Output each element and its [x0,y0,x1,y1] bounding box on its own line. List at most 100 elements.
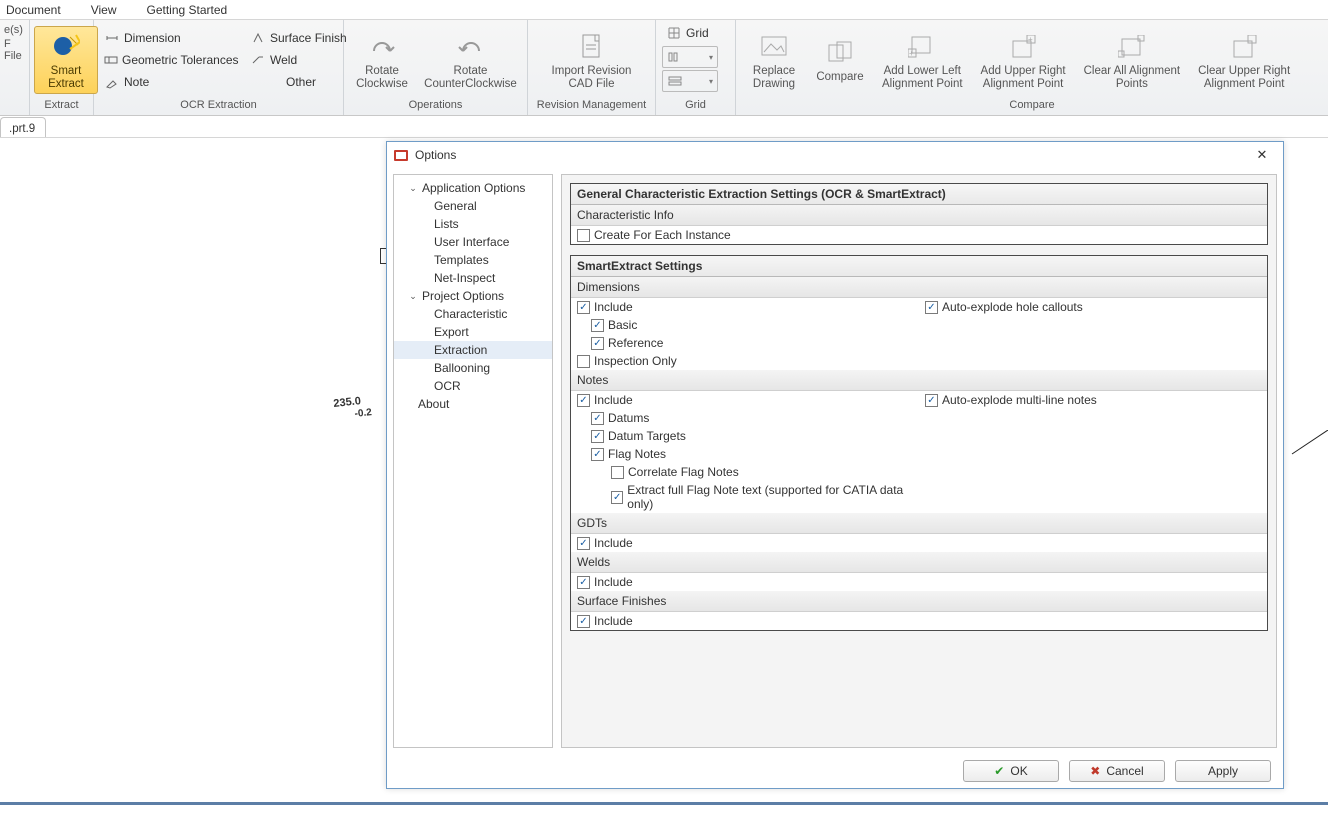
tree-general[interactable]: General [394,197,552,215]
clear-all-icon [1116,31,1148,63]
grid-rows-icon [667,73,683,89]
tree-characteristic[interactable]: Characteristic [394,305,552,323]
tree-user-interface[interactable]: User Interface [394,233,552,251]
ribbon-group-compare-label: Compare [736,99,1328,115]
notes-include-checkbox[interactable] [577,394,590,407]
compare-icon [824,37,856,69]
align-ll-icon: + [906,31,938,63]
dialog-title: Options [415,148,456,162]
dimension-button[interactable]: Dimension [100,27,240,49]
replace-drawing-button[interactable]: Replace Drawing [742,27,806,93]
picture-icon [758,31,790,63]
notes-section-title: Notes [571,370,1267,391]
weld-button[interactable]: Weld [246,49,356,71]
cancel-button[interactable]: ✖ Cancel [1069,760,1165,782]
menu-bar: Document View Getting Started [0,0,1328,20]
create-for-each-instance-checkbox[interactable] [577,229,590,242]
surface-finish-icon [250,30,266,46]
general-panel-title: General Characteristic Extraction Settin… [571,184,1267,205]
chevron-down-icon: ▾ [709,77,713,86]
dialog-buttons: ✔ OK ✖ Cancel Apply [387,754,1283,788]
notes-extract-full-checkbox[interactable] [611,491,623,504]
welds-include-checkbox[interactable] [577,576,590,589]
tree-net-inspect[interactable]: Net-Inspect [394,269,552,287]
create-for-each-instance-label: Create For Each Instance [594,228,731,242]
grid-cols-icon [667,49,683,65]
dimensions-basic-checkbox[interactable] [591,319,604,332]
rotate-clockwise-button[interactable]: Rotate Clockwise [350,27,414,93]
left-crop-labels: e(s) F File [2,24,30,62]
rotate-cw-icon [366,31,398,63]
ribbon-group-grid-label: Grid [656,99,735,115]
note-button[interactable]: Note [100,71,240,93]
apply-button[interactable]: Apply [1175,760,1271,782]
tree-ballooning[interactable]: Ballooning [394,359,552,377]
notes-datum-targets-checkbox[interactable] [591,430,604,443]
dimensions-include-checkbox[interactable] [577,301,590,314]
general-extraction-panel: General Characteristic Extraction Settin… [570,183,1268,245]
menu-getting-started[interactable]: Getting Started [143,1,232,19]
chevron-down-icon: ⌄ [408,183,418,193]
tree-about[interactable]: About [394,395,552,413]
gdt-icon [104,52,118,68]
surface-finish-button[interactable]: Surface Finish [246,27,356,49]
auto-explode-hole-callouts-checkbox[interactable] [925,301,938,314]
ok-button[interactable]: ✔ OK [963,760,1059,782]
document-icon [575,31,607,63]
chevron-down-icon: ▾ [709,53,713,62]
weld-icon [250,52,266,68]
tree-export[interactable]: Export [394,323,552,341]
dialog-titlebar: Options ✕ [387,142,1283,168]
document-tabs: .prt.9 [0,116,1328,138]
menu-view[interactable]: View [87,1,121,19]
add-upper-right-point-button[interactable]: + Add Upper Right Alignment Point [973,27,1074,93]
grid-button[interactable]: Grid [662,22,713,44]
auto-explode-multiline-notes-checkbox[interactable] [925,394,938,407]
notes-flag-notes-checkbox[interactable] [591,448,604,461]
smartextract-panel-title: SmartExtract Settings [571,256,1267,277]
smart-extract-icon [50,31,82,63]
ribbon-group-extract-label: Extract [30,99,93,115]
grid-rows-dropdown[interactable]: ▾ [662,70,718,92]
rotate-counterclockwise-button[interactable]: Rotate CounterClockwise [420,27,521,93]
chevron-down-icon: ⌄ [408,291,418,301]
characteristic-info-title: Characteristic Info [571,205,1267,226]
add-lower-left-point-button[interactable]: + Add Lower Left Alignment Point [874,27,971,93]
surface-finishes-include-checkbox[interactable] [577,615,590,628]
gdts-include-checkbox[interactable] [577,537,590,550]
ribbon-group-operations-label: Operations [344,99,527,115]
tree-ocr[interactable]: OCR [394,377,552,395]
tree-extraction[interactable]: Extraction [394,341,552,359]
ribbon-group-ocr-label: OCR Extraction [94,99,343,115]
notes-correlate-checkbox[interactable] [611,466,624,479]
dimension-icon [104,30,120,46]
import-revision-cad-button[interactable]: Import Revision CAD File [544,27,640,93]
dimensions-inspection-only-checkbox[interactable] [577,355,590,368]
tree-templates[interactable]: Templates [394,251,552,269]
notes-datums-checkbox[interactable] [591,412,604,425]
ribbon-group-revision-label: Revision Management [528,99,655,115]
tree-project-options[interactable]: ⌄ Project Options [394,287,552,305]
other-button[interactable]: Other [246,71,356,93]
dimensions-reference-checkbox[interactable] [591,337,604,350]
document-tab[interactable]: .prt.9 [0,117,46,137]
note-icon [104,74,120,90]
smartextract-settings-panel: SmartExtract Settings Dimensions Include… [570,255,1268,631]
close-button[interactable]: ✕ [1247,145,1277,165]
tree-application-options[interactable]: ⌄ Application Options [394,179,552,197]
clear-upper-right-point-button[interactable]: Clear Upper Right Alignment Point [1190,27,1298,93]
grid-icon [666,25,682,41]
options-dialog: Options ✕ ⌄ Application Options General … [386,141,1284,789]
smart-extract-button[interactable]: Smart Extract [34,26,98,94]
ribbon: e(s) F File Smart Extract Extract Dimens… [0,20,1328,116]
grid-cols-dropdown[interactable]: ▾ [662,46,718,68]
clear-all-points-button[interactable]: Clear All Alignment Points [1076,27,1189,93]
svg-text:+: + [1028,35,1033,44]
surface-finishes-section-title: Surface Finishes [571,591,1267,612]
tree-lists[interactable]: Lists [394,215,552,233]
menu-document[interactable]: Document [2,1,65,19]
gdt-button[interactable]: Geometric Tolerances [100,49,240,71]
compare-button[interactable]: Compare [808,33,872,86]
options-tree: ⌄ Application Options General Lists User… [393,174,553,748]
dimensions-section-title: Dimensions [571,277,1267,298]
